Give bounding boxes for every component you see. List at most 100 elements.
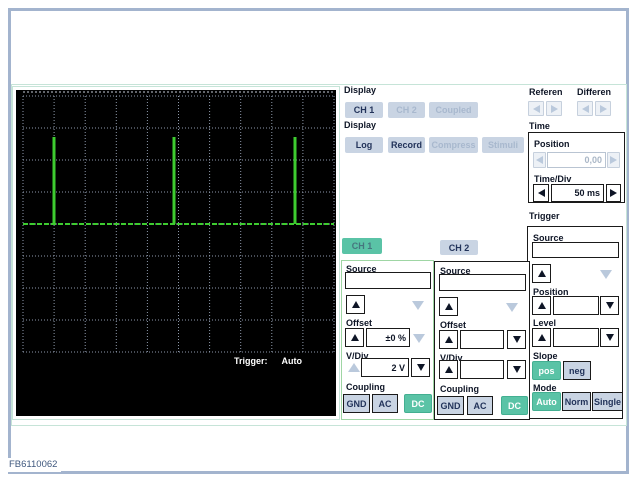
time-position-right-button[interactable]	[607, 152, 620, 168]
ch2-vdiv-value[interactable]	[460, 360, 504, 379]
arrow-up-icon	[444, 336, 453, 343]
arrow-up-icon	[351, 301, 360, 308]
mode-auto-button[interactable]: Auto	[532, 392, 561, 411]
trigger-status: Trigger: Auto	[234, 356, 302, 366]
arrow-left-icon	[581, 104, 589, 113]
ch1-offset-label: Offset	[346, 318, 373, 328]
reference-left-button[interactable]	[528, 101, 544, 116]
time-div-right-button[interactable]	[606, 184, 621, 202]
ch1-coupling-ac-button[interactable]: AC	[372, 394, 398, 413]
mode-single-button[interactable]: Single	[592, 392, 623, 411]
ch2-coupling-label: Coupling	[440, 384, 479, 394]
trigger-position-up-button[interactable]	[532, 296, 551, 315]
scope-box: Trigger: Auto	[12, 86, 340, 420]
ch1-offset-down-button[interactable]	[413, 334, 425, 343]
ch2-source-down-button[interactable]	[506, 303, 518, 312]
arrow-left-icon	[532, 104, 540, 113]
trigger-source-input[interactable]	[532, 242, 619, 258]
mode-norm-button[interactable]: Norm	[562, 392, 591, 411]
time-title: Time	[529, 121, 550, 131]
ch2-coupling-gnd-button[interactable]: GND	[437, 396, 464, 415]
slope-neg-button[interactable]: neg	[563, 361, 591, 380]
time-div-label: Time/Div	[534, 174, 572, 184]
ch1-coupling-gnd-button[interactable]: GND	[343, 394, 370, 413]
arrow-down-icon	[605, 302, 614, 309]
ch2-source-up-button[interactable]	[439, 297, 458, 316]
slope-pos-button[interactable]: pos	[532, 361, 561, 380]
ch2-coupling-ac-button[interactable]: AC	[467, 396, 493, 415]
arrow-up-icon	[350, 334, 359, 341]
trigger-source-up-button[interactable]	[532, 264, 551, 283]
ch1-vdiv-down-button[interactable]	[411, 358, 430, 377]
differential-title: Differen	[577, 87, 612, 97]
ch1-offset-up-button[interactable]	[345, 328, 364, 347]
ch1-source-down-button[interactable]	[412, 301, 424, 310]
arrow-up-icon	[537, 334, 546, 341]
ch2-tab[interactable]: CH 2	[440, 240, 478, 255]
ch1-vdiv-value[interactable]: 2 V	[361, 358, 409, 377]
trigger-level-label: Level	[533, 318, 557, 328]
ch1-coupling-label: Coupling	[346, 382, 385, 392]
time-position-label: Position	[534, 139, 570, 149]
app-window: { "footer": { "id": "FB6110062" }, "scop…	[0, 0, 637, 481]
arrow-right-icon	[599, 104, 607, 113]
time-div-value[interactable]: 50 ms	[551, 184, 604, 202]
ch1-source-input[interactable]	[345, 272, 431, 289]
arrow-down-icon	[413, 334, 425, 343]
display-ch2-button[interactable]: CH 2	[388, 102, 425, 118]
ch2-coupling-dc-button[interactable]: DC	[501, 396, 528, 415]
ch2-offset-value[interactable]	[460, 330, 504, 349]
arrow-left-icon	[537, 189, 545, 197]
display-coupled-button[interactable]: Coupled	[429, 102, 478, 118]
trigger-source-down-button[interactable]	[600, 270, 612, 279]
arrow-down-icon	[605, 334, 614, 341]
ch2-vdiv-down-button[interactable]	[507, 360, 526, 379]
arrow-up-icon	[348, 363, 360, 372]
time-div-left-button[interactable]	[533, 184, 549, 202]
trigger-position-down-button[interactable]	[600, 296, 619, 315]
differential-left-button[interactable]	[577, 101, 593, 116]
ch1-coupling-dc-button[interactable]: DC	[404, 394, 432, 413]
arrow-right-icon	[610, 156, 617, 164]
time-groupbox: Position 0,00 Time/Div 50 ms	[528, 132, 625, 203]
ch1-offset-value[interactable]: ±0 %	[366, 328, 410, 347]
scope-screen: Trigger: Auto	[16, 90, 336, 416]
stimuli-button[interactable]: Stimuli	[482, 137, 524, 153]
trigger-level-up-button[interactable]	[532, 328, 551, 347]
arrow-down-icon	[506, 303, 518, 312]
arrow-left-icon	[536, 156, 543, 164]
ch2-panel: Source Offset V/Div Coupling GND AC DC	[434, 261, 530, 420]
differential-right-button[interactable]	[595, 101, 611, 116]
reference-title: Referen	[529, 87, 563, 97]
arrow-up-icon	[537, 270, 546, 277]
ch2-offset-label: Offset	[440, 320, 467, 330]
ch1-source-up-button[interactable]	[346, 295, 365, 314]
ch1-panel: Source Offset ±0 % V/Div 2 V Coupling GN…	[341, 260, 434, 420]
arrow-down-icon	[600, 270, 612, 279]
trigger-status-label: Trigger:	[234, 356, 268, 366]
record-button[interactable]: Record	[388, 137, 425, 153]
ch2-source-input[interactable]	[439, 274, 526, 291]
ch1-tab[interactable]: CH 1	[342, 238, 382, 254]
ch2-offset-up-button[interactable]	[439, 330, 458, 349]
ch1-vdiv-up-button[interactable]	[348, 363, 360, 372]
arrow-right-icon	[610, 189, 617, 197]
trigger-position-value[interactable]	[553, 296, 599, 315]
ch2-vdiv-up-button[interactable]	[439, 360, 458, 379]
time-position-left-button[interactable]	[533, 152, 546, 168]
display-modes-title: Display	[344, 120, 377, 130]
trigger-level-value[interactable]	[553, 328, 599, 347]
arrow-up-icon	[537, 302, 546, 309]
display-ch1-button[interactable]: CH 1	[345, 102, 383, 118]
arrow-down-icon	[412, 301, 424, 310]
display-channels-title: Display	[344, 85, 377, 95]
trigger-level-down-button[interactable]	[600, 328, 619, 347]
waveform-display	[22, 91, 335, 353]
time-position-value[interactable]: 0,00	[547, 152, 606, 168]
reference-right-button[interactable]	[546, 101, 562, 116]
compress-button[interactable]: Compress	[429, 137, 478, 153]
arrow-up-icon	[444, 366, 453, 373]
trigger-slope-label: Slope	[533, 351, 558, 361]
ch2-offset-down-button[interactable]	[507, 330, 526, 349]
log-button[interactable]: Log	[345, 137, 383, 153]
